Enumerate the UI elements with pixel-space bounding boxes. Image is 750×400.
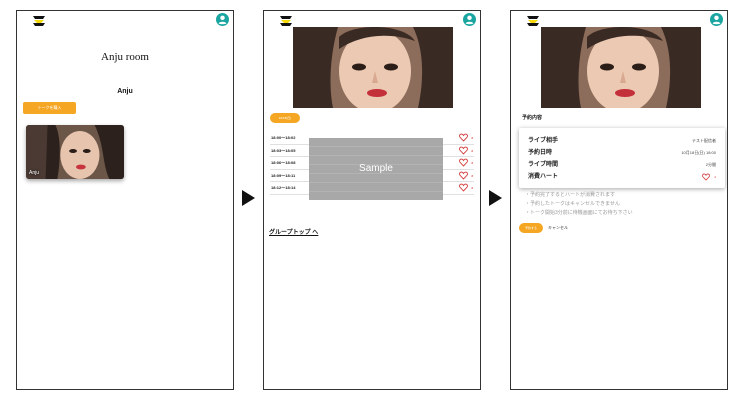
reservation-row: ライブ相手 テスト配信者 (528, 135, 716, 147)
note-item: ・トーク開始3分前に待機画面にてお待ち下さい (525, 210, 633, 216)
notes-list: ・予約完了するとハートが消費されます ・予約したトークはキャンセルできません ・… (525, 191, 633, 218)
row-value: 2分間 (705, 162, 716, 167)
row-value: 10月18日(日) 18:00 (681, 150, 716, 155)
slot-time: 18:12〜18:14 (271, 185, 296, 190)
member-photo (26, 125, 124, 179)
account-circle-icon[interactable] (216, 13, 229, 26)
screen-schedule: 10/18(日) 18:00〜18:02 2 18:03〜18:05 2 18:… (263, 10, 481, 390)
slot-time: 18:06〜18:08 (271, 160, 296, 165)
confirm-reservation-button[interactable]: 予約する (519, 223, 543, 233)
logo-icon[interactable] (31, 15, 47, 27)
play-arrow-icon (489, 190, 502, 206)
heart-count: 2 (471, 136, 473, 140)
logo-icon[interactable] (525, 15, 541, 27)
member-photo (293, 27, 453, 108)
section-title: 予約内容 (522, 115, 543, 121)
reservation-row: ライブ時間 2分間 (528, 159, 716, 171)
account-circle-icon[interactable] (463, 13, 476, 26)
play-arrow-icon (242, 190, 255, 206)
reservation-row: 予約日時 10月18日(日) 18:00 (528, 147, 716, 159)
group-top-link[interactable]: グループトップ へ (269, 227, 318, 236)
logo-icon[interactable] (278, 15, 294, 27)
date-pill[interactable]: 10/18(日) (270, 113, 300, 123)
account-circle-icon[interactable] (710, 13, 723, 26)
row-label: ライブ相手 (528, 138, 559, 144)
row-label: ライブ時間 (528, 162, 559, 168)
heart-outline-icon (459, 171, 468, 180)
sample-overlay: Sample (309, 138, 443, 200)
slot-time: 18:00〜18:02 (271, 135, 296, 140)
heart-outline-icon (702, 173, 710, 181)
member-name: Anju (117, 88, 133, 95)
heart-count: 2 (471, 173, 473, 178)
heart-outline-icon (459, 133, 468, 142)
heart-count: 2 (714, 175, 716, 179)
note-item: ・予約完了するとハートが消費されます (525, 192, 616, 198)
header (17, 11, 233, 31)
buy-talk-button[interactable]: トークを購入 (23, 102, 76, 114)
note-item: ・予約したトークはキャンセルできません (525, 201, 620, 207)
row-label: 予約日時 (528, 150, 553, 156)
cancel-link[interactable]: キャンセル (548, 225, 568, 231)
heart-outline-icon (459, 183, 468, 192)
screen-room: Anju room Anju トークを購入 Anju (16, 10, 234, 390)
reservation-card: ライブ相手 テスト配信者 予約日時 10月18日(日) 18:00 ライブ時間 … (519, 128, 725, 188)
room-title: Anju room (101, 51, 149, 63)
member-card[interactable]: Anju (26, 125, 124, 179)
reservation-row: 消費ハート 2 (528, 171, 716, 183)
heart-outline-icon (459, 158, 468, 167)
slot-time: 18:03〜18:05 (271, 147, 296, 153)
heart-count: 2 (471, 186, 473, 190)
card-name: Anju (29, 170, 40, 176)
heart-outline-icon (459, 146, 468, 155)
screen-confirmation: 予約内容 ライブ相手 テスト配信者 予約日時 10月18日(日) 18:00 ラ… (510, 10, 728, 390)
row-label: 消費ハート (528, 174, 559, 180)
slot-time: 18:09〜18:11 (271, 172, 296, 178)
member-photo (541, 27, 701, 108)
row-value: テスト配信者 (692, 138, 716, 143)
heart-count: 2 (471, 161, 473, 165)
heart-count: 2 (471, 148, 473, 153)
